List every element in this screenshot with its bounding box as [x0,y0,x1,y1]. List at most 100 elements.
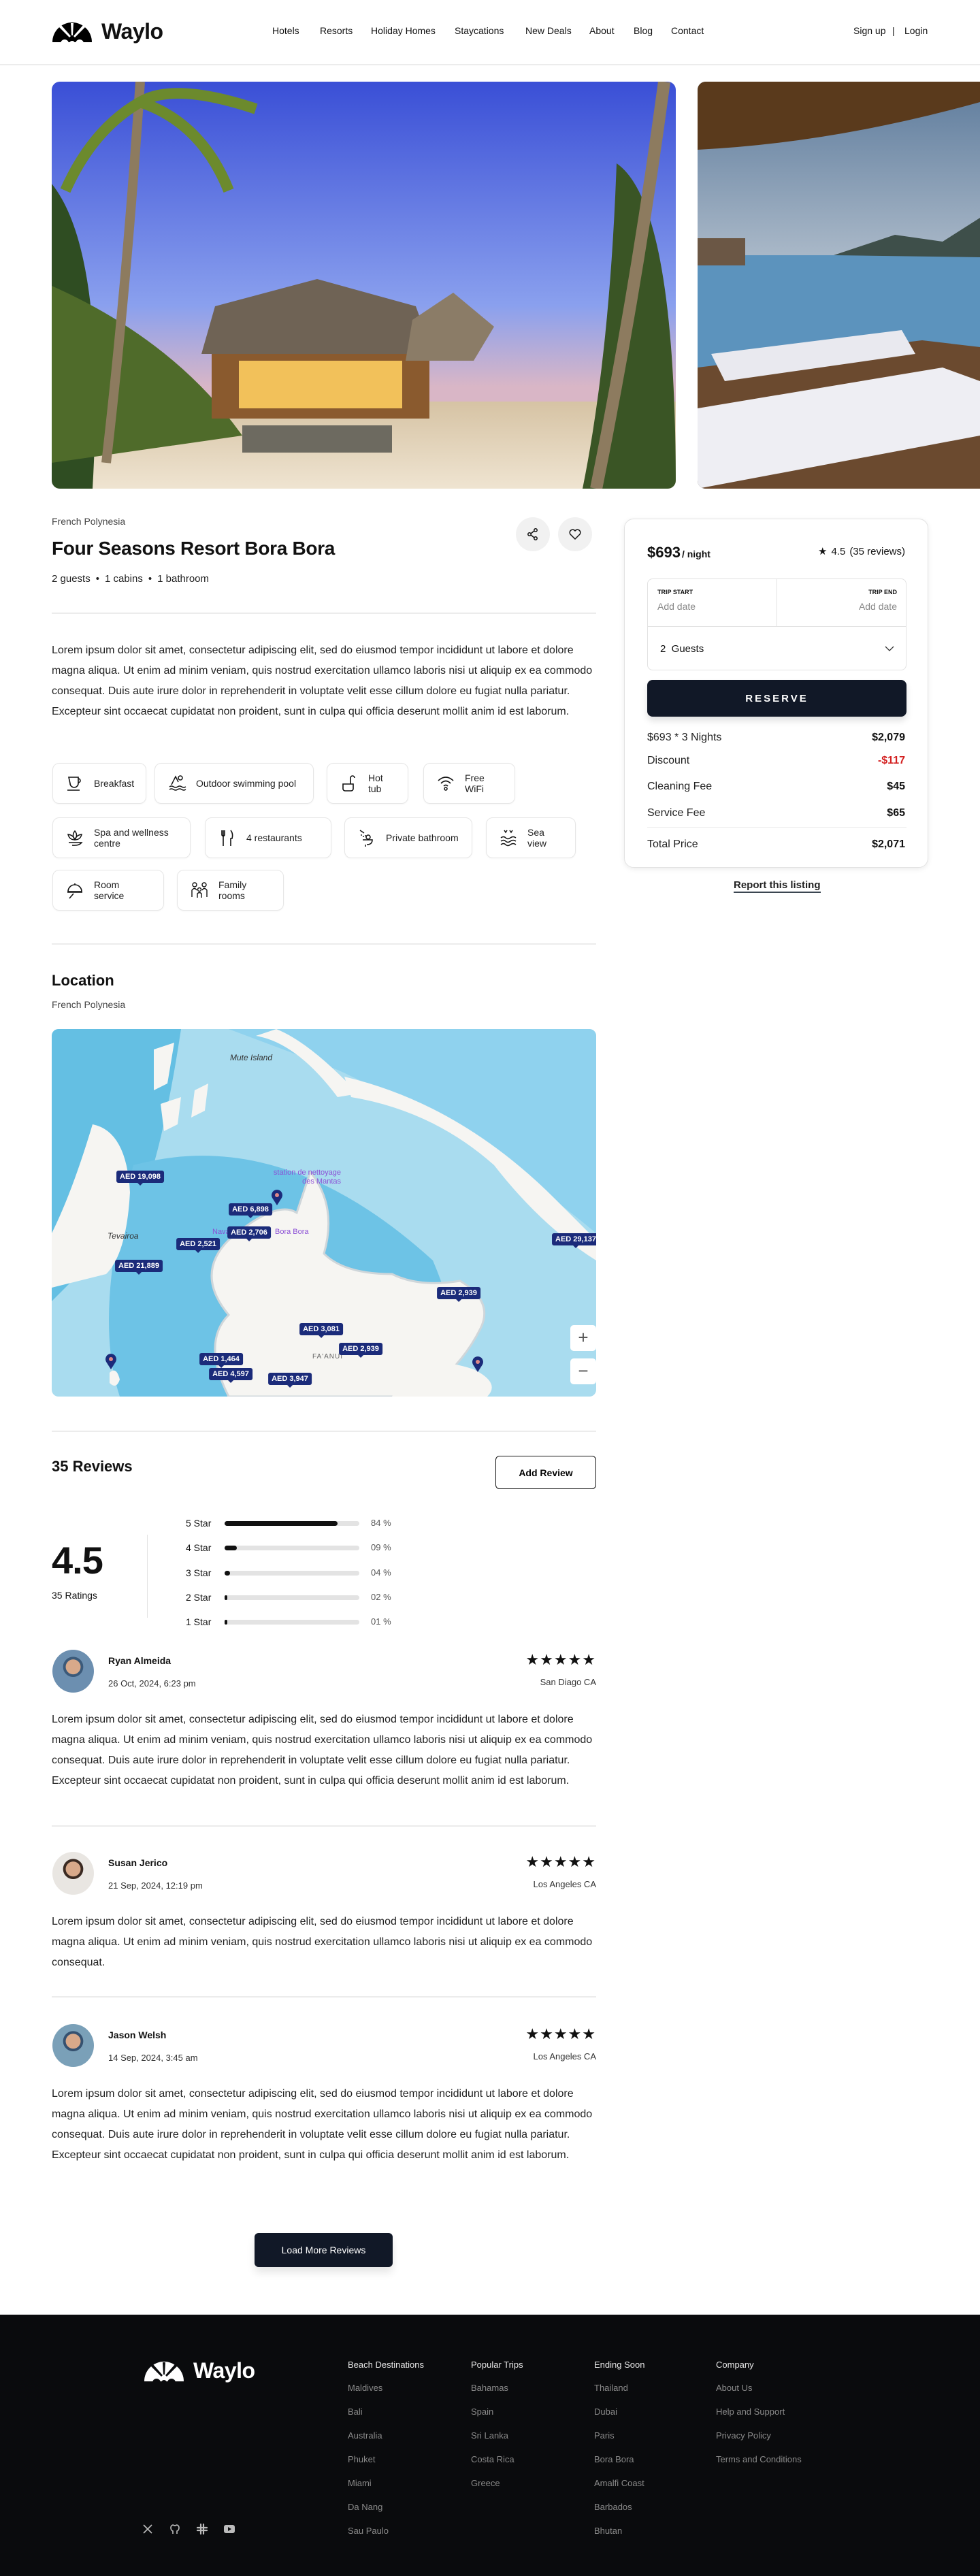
add-review-button[interactable]: Add Review [495,1456,596,1489]
map-zoom-out-button[interactable]: − [570,1358,596,1384]
location-subtitle: French Polynesia [52,999,126,1010]
listing-meta: 2 guests • 1 cabins • 1 bathroom [52,573,209,585]
map-marker-icon[interactable] [271,1189,283,1205]
footer-link[interactable]: Dubai [594,2407,617,2417]
footer-logo[interactable]: Waylo [143,2358,255,2383]
map-label-bora-bora: Bora Bora [275,1228,309,1236]
map-price-pin[interactable]: AED 21,889 [115,1260,163,1275]
location-map[interactable]: Mute Island Tevairoa station de nettoyag… [52,1029,596,1397]
divider [52,1825,596,1827]
review-text: Lorem ipsum dolor sit amet, consectetur … [52,2088,593,2161]
nightly-price: $693 [647,544,681,561]
trip-end-input[interactable]: Add date [787,601,897,612]
footer-link[interactable]: Miami [348,2478,372,2488]
footer-link[interactable]: Maldives [348,2383,382,2393]
x-icon[interactable] [142,2523,154,2535]
amenity-chip: Spa and wellness centre [52,817,191,858]
footer-link[interactable]: Terms and Conditions [716,2454,802,2464]
gallery-photo-secondary[interactable] [698,82,980,489]
amenity-chip: 4 restaurants [205,817,331,858]
review-stars: ★★★★★ [525,2025,596,2042]
amenity-chip: Family rooms [177,870,284,911]
rating-percent: 02 % [371,1592,391,1602]
footer-link[interactable]: Thailand [594,2383,628,2393]
reviewer-avatar [52,2024,94,2067]
fork-knife-icon [221,830,233,846]
nav-blog[interactable]: Blog [634,25,653,36]
footer-link[interactable]: Sri Lanka [471,2430,508,2441]
footer-link[interactable]: Barbados [594,2502,632,2512]
footer-link[interactable]: Privacy Policy [716,2430,771,2441]
footer-link[interactable]: Bora Bora [594,2454,634,2464]
slack-icon[interactable] [196,2523,208,2535]
nav-contact[interactable]: Contact [671,25,704,36]
map-price-pin[interactable]: AED 19,098 [116,1171,164,1186]
footer-link[interactable]: Bhutan [594,2526,622,2536]
footer-link[interactable]: Greece [471,2478,500,2488]
footer-link[interactable]: Costa Rica [471,2454,514,2464]
nav-new-deals[interactable]: New Deals [525,25,572,36]
map-price-pin[interactable]: AED 29,137 [552,1233,596,1248]
map-marker-icon[interactable] [105,1353,117,1369]
star-level-label: 1 Star [186,1616,212,1627]
rating-percent: 09 % [371,1542,391,1552]
map-marker-icon[interactable] [472,1356,484,1372]
footer-link[interactable]: Paris [594,2430,615,2441]
footer-link[interactable]: Da Nang [348,2502,382,2512]
gallery-photo-main[interactable] [52,82,676,489]
footer-link[interactable]: Bahamas [471,2383,508,2393]
map-price-pin[interactable]: AED 4,597 [209,1368,252,1383]
map-price-pin[interactable]: AED 6,898 [229,1203,272,1218]
line-value: $45 [887,781,905,792]
footer-link[interactable]: Sau Paulo [348,2526,389,2536]
map-price-pin[interactable]: AED 1,464 [199,1353,243,1368]
footer-link[interactable]: Bali [348,2407,363,2417]
map-price-pin[interactable]: AED 3,947 [268,1373,312,1388]
amenity-chip: Room service [52,870,164,911]
amenity-label: Spa and wellness centre [94,827,169,849]
nav-staycations[interactable]: Staycations [455,25,504,36]
location-title: Location [52,972,114,989]
guests-select[interactable]: 2 Guests [648,627,906,670]
footer-link[interactable]: Australia [348,2430,382,2441]
favorite-button[interactable] [558,517,592,551]
footer-link[interactable]: Spain [471,2407,493,2417]
share-button[interactable] [516,517,550,551]
reserve-button[interactable]: RESERVE [647,680,906,717]
trip-start-field[interactable]: TRIP START Add date [648,579,777,627]
map-zoom-in-button[interactable]: + [570,1325,596,1351]
footer-link[interactable]: Phuket [348,2454,375,2464]
line-value: -$117 [877,755,905,766]
amenity-label: Outdoor swimming pool [196,778,297,789]
map-price-pin[interactable]: AED 2,706 [227,1226,271,1241]
amenity-label: Hot tub [368,772,383,794]
signup-link[interactable]: Sign up [853,25,885,36]
nav-about[interactable]: About [589,25,615,36]
footer-link[interactable]: Amalfi Coast [594,2478,644,2488]
nav-hotels[interactable]: Hotels [272,25,299,36]
rating-percent: 01 % [371,1616,391,1627]
star-level-label: 3 Star [186,1567,212,1578]
footer-link[interactable]: About Us [716,2383,752,2393]
map-price-pin[interactable]: AED 2,939 [339,1343,382,1358]
trip-start-input[interactable]: Add date [657,601,767,612]
footer-column-title: Company [716,2360,754,2370]
star-icon: ★ [818,546,828,557]
report-listing-link[interactable]: Report this listing [734,879,821,893]
rating-bar-fill [225,1571,230,1576]
load-more-reviews-button[interactable]: Load More Reviews [255,2233,393,2267]
rating-bar [225,1620,359,1625]
footer-link[interactable]: Help and Support [716,2407,785,2417]
map-price-pin[interactable]: AED 2,939 [437,1287,480,1302]
nav-holiday-homes[interactable]: Holiday Homes [371,25,436,36]
map-price-pin[interactable]: AED 2,521 [176,1238,220,1253]
brand-logo[interactable]: Waylo [51,19,163,44]
social-links [142,2523,235,2535]
trip-end-field[interactable]: TRIP END Add date [777,579,906,627]
map-price-pin[interactable]: AED 3,081 [299,1323,343,1338]
github-icon[interactable] [169,2523,181,2535]
youtube-icon[interactable] [223,2523,235,2535]
map-canvas [52,1029,596,1397]
nav-resorts[interactable]: Resorts [320,25,353,36]
login-link[interactable]: Login [904,25,928,36]
